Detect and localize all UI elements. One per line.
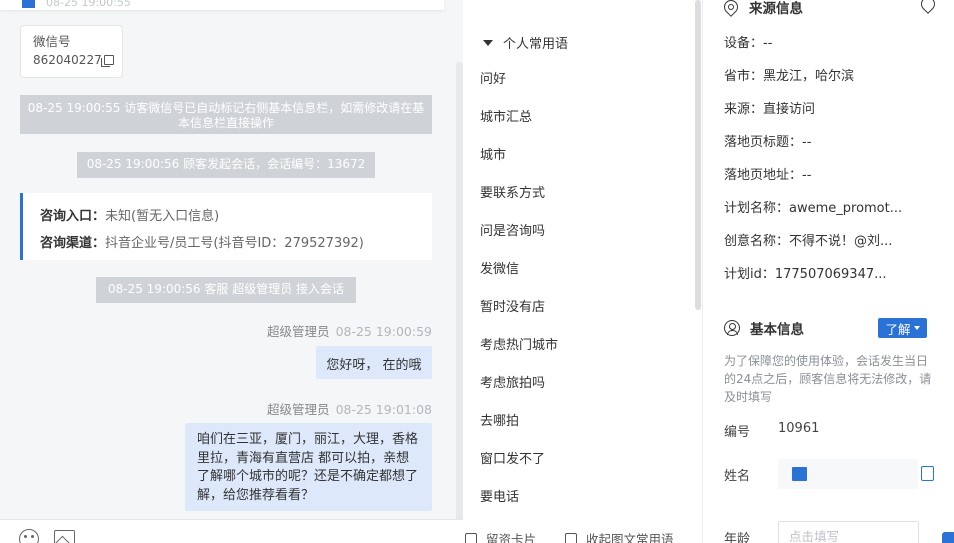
message-sender: 超级管理员 08-25 19:01:08 <box>267 399 432 418</box>
message-bubble: 咱们在三亚，厦门，丽江，大理，香格里拉，青海有直营店 都可以拍，亲想了解哪个城市… <box>185 423 432 511</box>
previous-message-strip: 08-25 19:00:55 <box>0 0 444 10</box>
learn-more-label: 了解 <box>885 321 911 337</box>
phrase-item[interactable]: 暂时没有店 <box>480 289 690 327</box>
name-label: 姓名 <box>724 469 751 484</box>
system-message: 08-25 19:00:56 顾客发起会话，会话编号：13672 <box>77 152 375 178</box>
caret-down-icon <box>483 39 493 46</box>
collapse-icon <box>565 532 577 543</box>
system-message: 08-25 19:00:55 访客微信号已自动标记右侧基本信息栏，如需修改请在基… <box>20 95 432 134</box>
name-field[interactable] <box>778 459 918 489</box>
collapse-phrases-button[interactable]: 收起图文常用语 <box>565 529 674 543</box>
source-row-origin: 来源：直接访问 <box>724 102 816 117</box>
sender-name: 超级管理员 <box>267 402 330 417</box>
message-bubble: 您好呀， 在的哦 <box>316 346 432 379</box>
phrase-item[interactable]: 考虑热门城市 <box>480 327 690 365</box>
age-label: 年龄 <box>724 532 751 543</box>
phrase-item[interactable]: 考虑旅拍吗 <box>480 365 690 403</box>
source-info-header: 来源信息 <box>721 0 803 17</box>
age-input[interactable] <box>778 521 919 543</box>
wechat-id-label: 微信号 <box>33 34 71 49</box>
source-row-creative-name: 创意名称：不得不说！@刘... <box>724 234 893 249</box>
sender-name: 超级管理员 <box>267 324 330 339</box>
wechat-id-card: 微信号 862040227 <box>20 25 123 78</box>
phrase-item[interactable]: 城市汇总 <box>480 99 690 137</box>
edit-icon[interactable] <box>921 466 934 481</box>
collapse-phrases-label: 收起图文常用语 <box>586 532 674 543</box>
edit-notice: 为了保障您的使用体验，会话发生当日的24点之后，顾客信息将无法修改，请及时填写 <box>724 354 932 404</box>
source-row-landing-title: 落地页标题：-- <box>724 135 812 150</box>
source-row-plan-name: 计划名称：aweme_promot... <box>724 201 903 216</box>
entry-row: 咨询入口：未知(暂无入口信息) <box>40 203 432 230</box>
lead-card-label: 留资卡片 <box>486 532 537 543</box>
phrase-group-header[interactable]: 个人常用语 <box>483 33 568 52</box>
wechat-id-value-row: 862040227 <box>33 51 122 69</box>
source-row-region: 省市：黑龙江，哈尔滨 <box>724 69 855 84</box>
phrase-footer: 留资卡片 收起图文常用语 <box>463 527 702 543</box>
id-value: 10961 <box>778 421 820 436</box>
channel-row: 咨询渠道：抖音企业号/员工号(抖音号ID：279527392) <box>40 230 432 257</box>
phrase-item[interactable]: 问是咨询吗 <box>480 213 690 251</box>
channel-value: 抖音企业号/员工号(抖音号ID：279527392) <box>105 236 364 251</box>
basic-info-header: 基本信息 <box>724 318 804 338</box>
lead-card-button[interactable]: 留资卡片 <box>465 529 536 543</box>
quick-phrases-panel: 个人常用语 问好 城市汇总 城市 要联系方式 问是咨询吗 发微信 暂时没有店 考… <box>463 0 703 543</box>
phrase-group-title: 个人常用语 <box>503 37 569 52</box>
source-row-device: 设备：-- <box>724 36 773 51</box>
source-row-plan-id: 计划id：177507069347... <box>724 267 887 282</box>
chat-scrollbar[interactable] <box>456 62 463 522</box>
learn-more-button[interactable]: 了解 <box>878 318 927 338</box>
location-icon[interactable] <box>918 0 938 14</box>
input-toolbar <box>0 519 463 543</box>
source-info-title: 来源信息 <box>749 1 803 17</box>
source-info-list: 设备：-- 省市：黑龙江，哈尔滨 来源：直接访问 落地页标题：-- 落地页地址：… <box>724 33 939 297</box>
message-time: 08-25 19:00:55 <box>46 0 131 9</box>
phrase-list: 问好 城市汇总 城市 要联系方式 问是咨询吗 发微信 暂时没有店 考虑热门城市 … <box>480 61 690 517</box>
side-tab-icon[interactable] <box>942 532 954 543</box>
card-icon <box>465 532 477 543</box>
message-time: 08-25 19:00:59 <box>335 324 432 339</box>
message-sender: 超级管理员 08-25 19:00:59 <box>267 321 432 340</box>
basic-info-title: 基本信息 <box>750 322 804 338</box>
channel-label: 咨询渠道： <box>40 236 106 251</box>
phrase-item[interactable]: 要电话 <box>480 479 690 517</box>
message-time: 08-25 19:01:08 <box>335 402 432 417</box>
image-icon[interactable] <box>54 530 75 543</box>
phrase-item[interactable]: 去哪拍 <box>480 403 690 441</box>
entry-value: 未知(暂无入口信息) <box>105 209 220 224</box>
location-pin-icon <box>721 0 741 17</box>
phrase-item[interactable]: 问好 <box>480 61 690 99</box>
customer-info-panel: 来源信息 设备：-- 省市：黑龙江，哈尔滨 来源：直接访问 落地页标题：-- 落… <box>704 0 954 543</box>
avatar-icon <box>22 0 35 8</box>
caret-down-icon <box>913 326 920 330</box>
id-label: 编号 <box>724 425 751 440</box>
consult-entry-card: 咨询入口：未知(暂无入口信息) 咨询渠道：抖音企业号/员工号(抖音号ID：279… <box>20 193 432 260</box>
phrase-scrollbar[interactable] <box>695 0 701 310</box>
phrase-item[interactable]: 要联系方式 <box>480 175 690 213</box>
app-logo-icon <box>792 467 807 481</box>
emoji-icon[interactable] <box>19 529 39 543</box>
wechat-id-value: 862040227 <box>33 53 102 67</box>
source-row-landing-url: 落地页地址：-- <box>724 168 812 183</box>
phrase-item[interactable]: 发微信 <box>480 251 690 289</box>
entry-label: 咨询入口： <box>40 209 106 224</box>
copy-icon[interactable] <box>100 55 114 67</box>
system-message: 08-25 19:00:56 客服 超级管理员 接入会话 <box>96 277 356 303</box>
chat-panel: 08-25 19:00:55 微信号 862040227 08-25 19:00… <box>0 0 463 543</box>
phrase-item[interactable]: 城市 <box>480 137 690 175</box>
phrase-item[interactable]: 窗口发不了 <box>480 441 690 479</box>
user-icon <box>724 320 740 336</box>
